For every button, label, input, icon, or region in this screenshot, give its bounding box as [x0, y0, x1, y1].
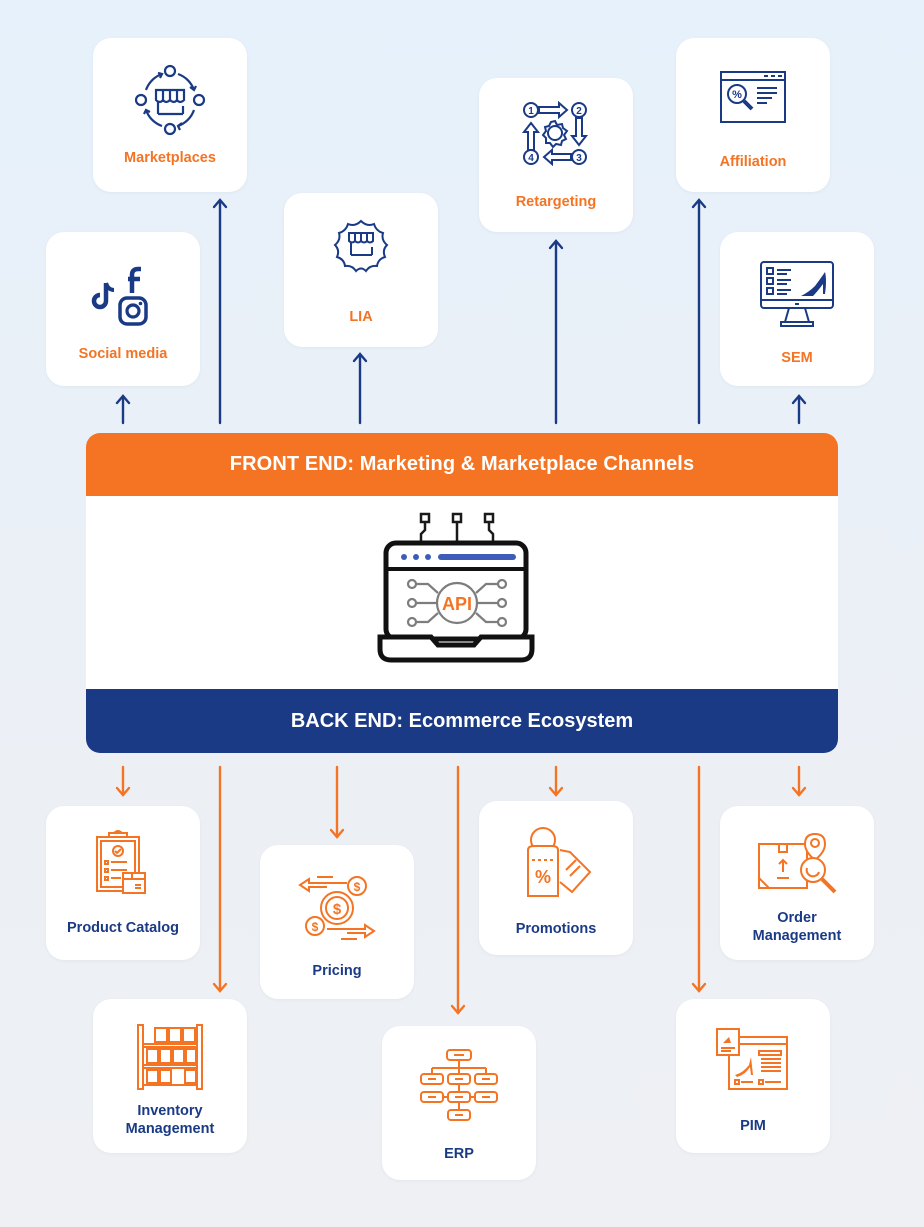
arrow-to-affiliation	[691, 198, 707, 425]
arrow-to-lia	[352, 352, 368, 425]
discount-tags-icon: %	[479, 823, 633, 903]
marketplace-cycle-icon	[93, 60, 247, 140]
system-card-pricing: $ $ $ Pricing	[260, 845, 414, 999]
arrow-to-product-catalog	[115, 765, 131, 797]
channel-label: Affiliation	[719, 154, 787, 170]
arrow-to-order-management	[791, 765, 807, 797]
channel-card-social-media: Social media	[46, 232, 200, 386]
system-card-promotions: % Promotions	[479, 801, 633, 955]
svg-text:4: 4	[528, 153, 534, 164]
channel-card-retargeting: 1 2 3 4 Retargeting	[479, 78, 633, 232]
front-end-bar: FRONT END: Marketing & Marketplace Chann…	[86, 433, 838, 496]
ecommerce-hub: FRONT END: Marketing & Marketplace Chann…	[86, 433, 838, 753]
org-chart-icon	[382, 1046, 536, 1126]
svg-text:1: 1	[528, 106, 534, 117]
currency-exchange-icon: $ $ $	[260, 867, 414, 947]
facebook-icon	[128, 266, 141, 293]
channel-card-marketplaces: Marketplaces	[93, 38, 247, 192]
system-card-inventory-management: Inventory Management	[93, 999, 247, 1153]
system-label: Pricing	[312, 963, 362, 979]
retargeting-cycle-icon: 1 2 3 4	[479, 94, 633, 174]
svg-text:$: $	[312, 920, 319, 934]
channel-card-lia: LIA	[284, 193, 438, 347]
browser-discount-search-icon: %	[676, 58, 830, 138]
arrow-to-social-media	[115, 394, 131, 425]
system-card-pim: PIM	[676, 999, 830, 1153]
arrow-to-retargeting	[548, 239, 564, 425]
instagram-icon	[118, 296, 148, 326]
svg-text:%: %	[535, 867, 551, 887]
monitor-product-icon	[720, 254, 874, 334]
svg-text:3: 3	[576, 153, 582, 164]
channel-card-affiliation: % Affiliation	[676, 38, 830, 192]
system-label: PIM	[740, 1118, 766, 1134]
system-label: Order Management	[752, 910, 842, 944]
arrow-to-pim	[691, 765, 707, 993]
channel-label: LIA	[349, 309, 373, 325]
system-card-erp: ERP	[382, 1026, 536, 1180]
svg-text:%: %	[732, 89, 742, 101]
channel-card-sem: SEM	[720, 232, 874, 386]
arrow-to-pricing	[329, 765, 345, 839]
clipboard-box-icon	[46, 824, 200, 904]
back-end-bar: BACK END: Ecommerce Ecosystem	[86, 689, 838, 753]
channel-label: Social media	[78, 346, 168, 362]
svg-text:2: 2	[576, 106, 582, 117]
system-label: Product Catalog	[67, 920, 179, 936]
arrow-to-inventory-management	[212, 765, 228, 993]
channel-label: Marketplaces	[124, 150, 216, 166]
svg-text:$: $	[333, 901, 342, 918]
system-card-product-catalog: Product Catalog	[46, 806, 200, 960]
arrow-to-promotions	[548, 765, 564, 797]
api-laptop-icon: API	[376, 511, 541, 666]
system-card-order-management: Order Management	[720, 806, 874, 960]
channel-label: SEM	[781, 350, 813, 366]
svg-text:$: $	[354, 880, 361, 894]
tiktok-icon	[91, 282, 115, 310]
arrow-to-erp	[450, 765, 466, 1015]
package-tracking-icon	[720, 824, 874, 904]
arrow-to-marketplaces	[212, 198, 228, 425]
api-label: API	[442, 594, 472, 614]
warehouse-shelf-icon	[93, 1017, 247, 1097]
arrow-to-sem	[791, 394, 807, 425]
channel-label: Retargeting	[515, 194, 597, 210]
system-label: Inventory Management	[125, 1103, 215, 1137]
system-label: ERP	[444, 1146, 474, 1162]
system-label: Promotions	[515, 921, 597, 937]
social-media-icon	[46, 258, 200, 338]
product-info-window-icon	[676, 1019, 830, 1099]
store-badge-icon	[284, 209, 438, 289]
